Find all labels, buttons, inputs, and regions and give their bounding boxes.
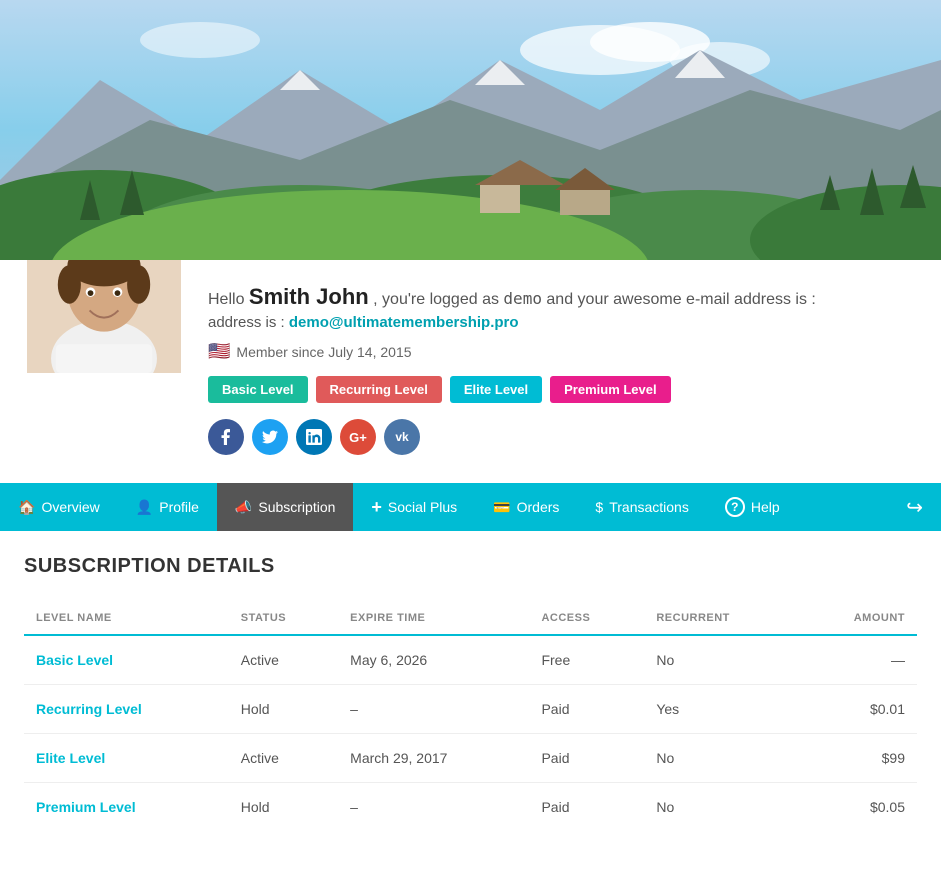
col-recurrent: RECURRENT xyxy=(644,602,798,635)
nav-profile-label: Profile xyxy=(159,499,199,515)
table-row: Elite Level Active March 29, 2017 Paid N… xyxy=(24,734,917,783)
content-area: SUBSCRIPTION DETAILS LEVEL NAME STATUS E… xyxy=(0,531,941,871)
col-status: STATUS xyxy=(229,602,338,635)
help-icon: ? xyxy=(725,497,745,517)
nav-orders-label: Orders xyxy=(517,499,560,515)
expire-basic: May 6, 2026 xyxy=(338,635,529,685)
demo-label: demo xyxy=(503,289,542,308)
expire-recurring: – xyxy=(338,685,529,734)
linkedin-icon[interactable] xyxy=(296,419,332,455)
profile-section: Hello Smith John , you're logged as demo… xyxy=(0,260,941,475)
amount-recurring: $0.01 xyxy=(798,685,917,734)
expire-elite: March 29, 2017 xyxy=(338,734,529,783)
level-badges: Basic Level Recurring Level Elite Level … xyxy=(208,376,917,403)
amount-basic: — xyxy=(798,635,917,685)
facebook-icon[interactable] xyxy=(208,419,244,455)
table-row: Recurring Level Hold – Paid Yes $0.01 xyxy=(24,685,917,734)
nav-profile[interactable]: 👤 Profile xyxy=(118,483,217,531)
megaphone-icon: 📣 xyxy=(235,499,252,516)
col-level-name: LEVEL NAME xyxy=(24,602,229,635)
recurrent-basic: No xyxy=(644,635,798,685)
nav-transactions[interactable]: $ Transactions xyxy=(577,483,706,531)
profile-info: Hello Smith John , you're logged as demo… xyxy=(208,276,917,455)
table-row: Basic Level Active May 6, 2026 Free No — xyxy=(24,635,917,685)
person-icon: 👤 xyxy=(136,499,153,516)
twitter-icon[interactable] xyxy=(252,419,288,455)
dollar-icon: $ xyxy=(595,499,603,515)
section-title: SUBSCRIPTION DETAILS xyxy=(24,555,917,578)
col-access: ACCESS xyxy=(529,602,644,635)
page-wrapper: Hello Smith John , you're logged as demo… xyxy=(0,0,941,871)
google-plus-icon[interactable]: G+ xyxy=(340,419,376,455)
user-name: Smith John xyxy=(249,284,369,309)
email-line: address is : demo@ultimatemembership.pro xyxy=(208,314,917,331)
flag-icon: 🇺🇸 xyxy=(208,341,230,362)
social-icons: G+ vk xyxy=(208,419,917,455)
nav-subscription[interactable]: 📣 Subscription xyxy=(217,483,353,531)
member-since-text: Member since July 14, 2015 xyxy=(236,344,411,360)
status-premium: Hold xyxy=(229,783,338,832)
hero-banner xyxy=(0,0,941,260)
badge-premium-level[interactable]: Premium Level xyxy=(550,376,671,403)
email-prefix-text: and your awesome e-mail address is : xyxy=(546,291,815,308)
nav-transactions-label: Transactions xyxy=(609,499,689,515)
member-since: 🇺🇸 Member since July 14, 2015 xyxy=(208,341,917,362)
access-recurring: Paid xyxy=(529,685,644,734)
nav-bar: 🏠 Overview 👤 Profile 📣 Subscription + So… xyxy=(0,483,941,531)
nav-orders[interactable]: 💳 Orders xyxy=(475,483,577,531)
recurrent-premium: No xyxy=(644,783,798,832)
status-elite: Active xyxy=(229,734,338,783)
level-name-basic[interactable]: Basic Level xyxy=(24,635,229,685)
nav-help[interactable]: ? Help xyxy=(707,483,798,531)
amount-premium: $0.05 xyxy=(798,783,917,832)
orders-icon: 💳 xyxy=(493,499,510,516)
table-body: Basic Level Active May 6, 2026 Free No —… xyxy=(24,635,917,831)
access-premium: Paid xyxy=(529,783,644,832)
user-email[interactable]: demo@ultimatemembership.pro xyxy=(289,314,519,331)
nav-social-plus[interactable]: + Social Plus xyxy=(353,483,475,531)
recurrent-elite: No xyxy=(644,734,798,783)
greeting-line: Hello Smith John , you're logged as demo… xyxy=(208,284,917,310)
status-recurring: Hold xyxy=(229,685,338,734)
vk-icon[interactable]: vk xyxy=(384,419,420,455)
level-name-premium[interactable]: Premium Level xyxy=(24,783,229,832)
nav-subscription-label: Subscription xyxy=(258,499,335,515)
level-name-recurring[interactable]: Recurring Level xyxy=(24,685,229,734)
nav-help-label: Help xyxy=(751,499,780,515)
amount-elite: $99 xyxy=(798,734,917,783)
greeting-prefix: Hello xyxy=(208,291,244,308)
level-name-elite[interactable]: Elite Level xyxy=(24,734,229,783)
nav-social-plus-label: Social Plus xyxy=(388,499,457,515)
logged-as-prefix: , you're logged as xyxy=(373,291,499,308)
recurrent-recurring: Yes xyxy=(644,685,798,734)
home-icon: 🏠 xyxy=(18,499,35,516)
expire-premium: – xyxy=(338,783,529,832)
badge-basic-level[interactable]: Basic Level xyxy=(208,376,308,403)
logout-icon: ↪ xyxy=(906,495,923,520)
nav-logout[interactable]: ↪ xyxy=(888,483,941,531)
table-header: LEVEL NAME STATUS EXPIRE TIME ACCESS REC… xyxy=(24,602,917,635)
access-basic: Free xyxy=(529,635,644,685)
badge-recurring-level[interactable]: Recurring Level xyxy=(316,376,442,403)
col-amount: AMOUNT xyxy=(798,602,917,635)
nav-overview-label: Overview xyxy=(41,499,99,515)
badge-elite-level[interactable]: Elite Level xyxy=(450,376,542,403)
status-basic: Active xyxy=(229,635,338,685)
col-expire-time: EXPIRE TIME xyxy=(338,602,529,635)
access-elite: Paid xyxy=(529,734,644,783)
subscription-table: LEVEL NAME STATUS EXPIRE TIME ACCESS REC… xyxy=(24,602,917,831)
table-row: Premium Level Hold – Paid No $0.05 xyxy=(24,783,917,832)
nav-overview[interactable]: 🏠 Overview xyxy=(0,483,118,531)
plus-icon: + xyxy=(371,497,382,518)
